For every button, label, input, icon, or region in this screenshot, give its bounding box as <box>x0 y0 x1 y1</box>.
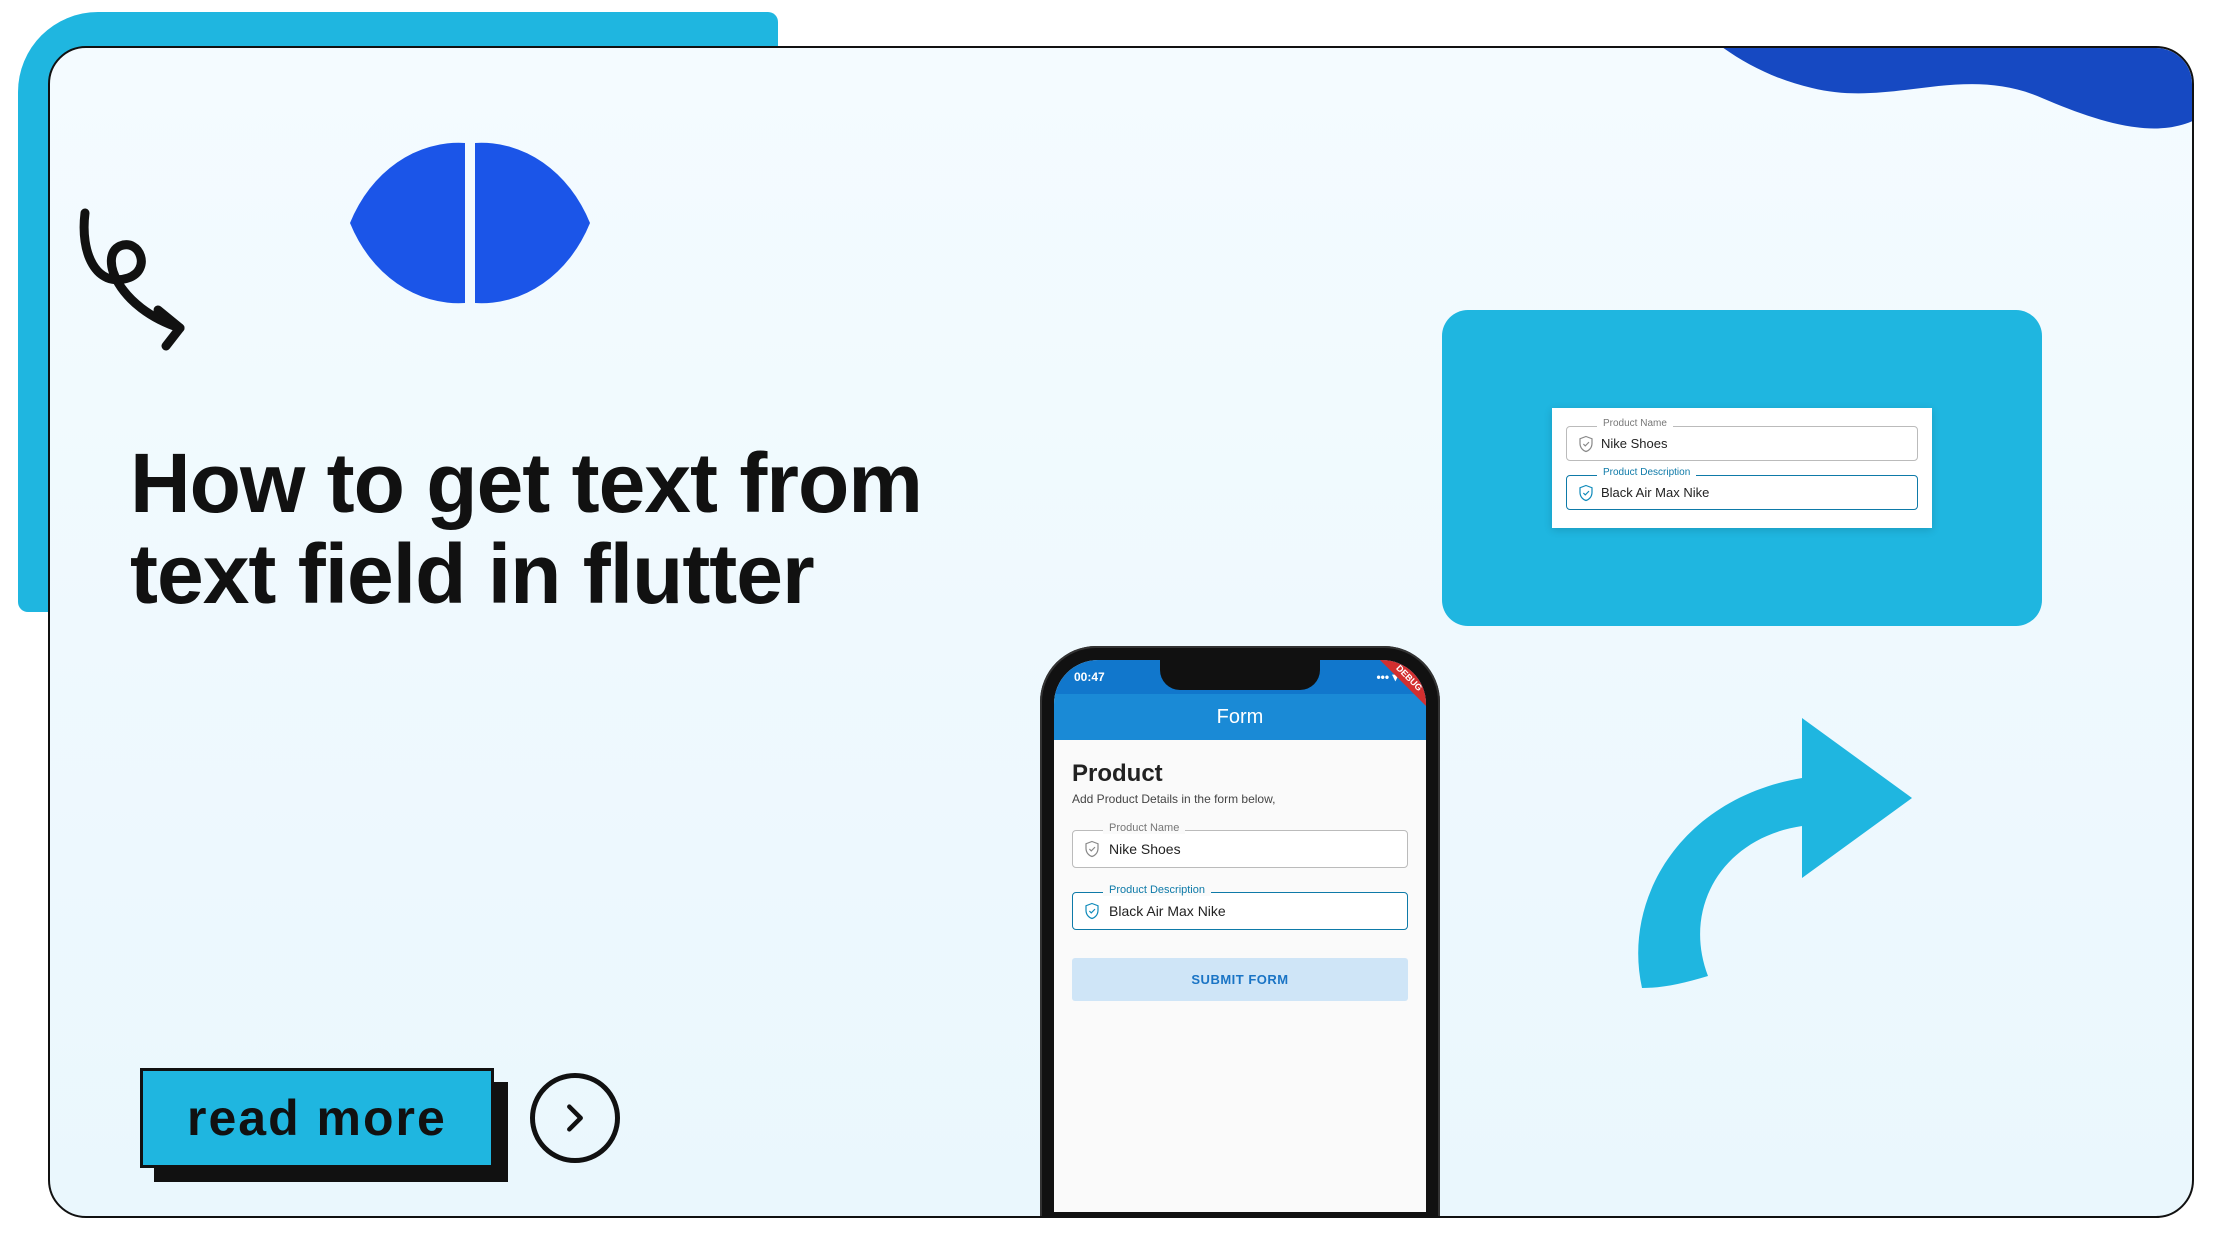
read-more-arrow-button[interactable] <box>530 1073 620 1163</box>
product-name-label: Product Name <box>1103 822 1185 834</box>
screen-subheading: Add Product Details in the form below, <box>1072 792 1408 806</box>
phone-mockup: DEBUG 00:47 ••• ▾ ▪ Form Product Add Pro… <box>1040 646 1440 1218</box>
callout-product-name-value: Nike Shoes <box>1601 436 1667 451</box>
shield-check-icon <box>1577 435 1595 453</box>
phone-notch <box>1160 660 1320 690</box>
chevron-right-icon <box>558 1101 592 1135</box>
callout-product-name-label: Product Name <box>1597 418 1673 429</box>
bowtie-logo-icon <box>330 123 610 323</box>
app-bar: Form <box>1054 694 1426 740</box>
screen-heading: Product <box>1072 760 1408 788</box>
banner-canvas: How to get text from text field in flutt… <box>48 46 2194 1218</box>
callout-product-description-label: Product Description <box>1597 467 1696 478</box>
callout-product-name-field: Product Name Nike Shoes <box>1566 426 1918 461</box>
app-bar-title: Form <box>1217 706 1264 729</box>
product-description-label: Product Description <box>1103 884 1211 896</box>
product-description-value: Black Air Max Nike <box>1109 903 1226 919</box>
phone-body: Product Add Product Details in the form … <box>1054 740 1426 1021</box>
product-name-value: Nike Shoes <box>1109 841 1181 857</box>
curved-arrow-icon <box>1612 688 1932 1008</box>
shield-check-icon <box>1577 484 1595 502</box>
callout-product-description-value: Black Air Max Nike <box>1601 485 1709 500</box>
product-name-field[interactable]: Product Name Nike Shoes <box>1072 830 1408 868</box>
fields-callout: Product Name Nike Shoes Product Descript… <box>1442 310 2042 626</box>
fields-callout-card: Product Name Nike Shoes Product Descript… <box>1552 408 1932 528</box>
read-more-group: read more <box>140 1068 620 1168</box>
product-description-field[interactable]: Product Description Black Air Max Nike <box>1072 892 1408 930</box>
status-time: 00:47 <box>1074 670 1105 684</box>
decorative-blob <box>1662 46 2194 188</box>
phone-screen: DEBUG 00:47 ••• ▾ ▪ Form Product Add Pro… <box>1054 660 1426 1212</box>
read-more-button[interactable]: read more <box>140 1068 494 1168</box>
shield-check-icon <box>1083 902 1101 920</box>
read-more-shadow: read more <box>140 1068 494 1168</box>
shield-check-icon <box>1083 840 1101 858</box>
curly-arrow-icon <box>70 198 250 358</box>
submit-form-button[interactable]: SUBMIT FORM <box>1072 958 1408 1001</box>
headline-text: How to get text from text field in flutt… <box>130 438 950 619</box>
callout-product-description-field: Product Description Black Air Max Nike <box>1566 475 1918 510</box>
